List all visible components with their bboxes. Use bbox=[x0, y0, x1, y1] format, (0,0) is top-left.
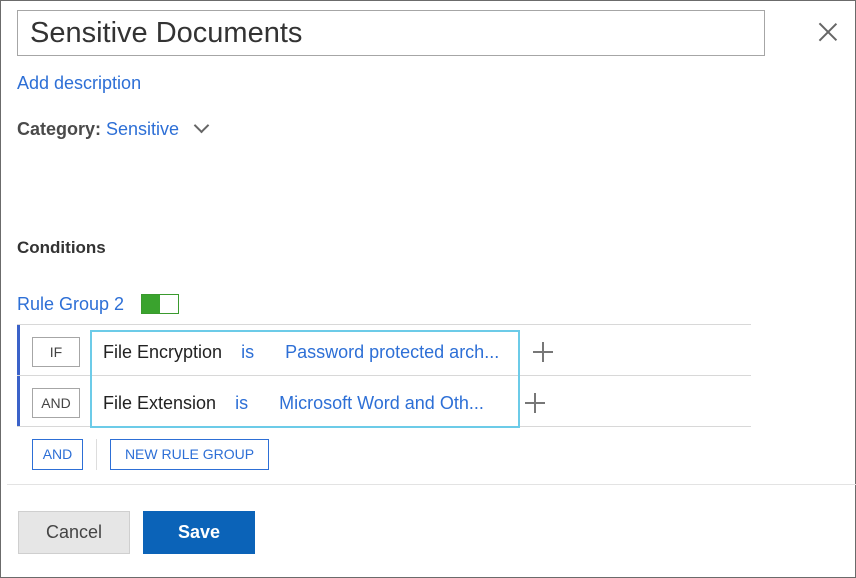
close-icon[interactable] bbox=[813, 17, 843, 47]
save-button[interactable]: Save bbox=[143, 511, 255, 554]
policy-dialog: Sensitive Documents Add description Cate… bbox=[0, 0, 856, 578]
conditions-heading: Conditions bbox=[17, 238, 106, 257]
category-label: Category: bbox=[17, 119, 102, 139]
condition-operator-if[interactable]: IF bbox=[32, 337, 80, 367]
toggle-on-indicator bbox=[142, 295, 160, 313]
cancel-button[interactable]: Cancel bbox=[18, 511, 130, 554]
condition-row[interactable]: File Encryption is Password protected ar… bbox=[103, 342, 499, 363]
footer-divider bbox=[7, 484, 856, 485]
chevron-down-icon[interactable] bbox=[193, 117, 210, 134]
condition-field[interactable]: File Encryption bbox=[103, 342, 222, 362]
condition-field[interactable]: File Extension bbox=[103, 393, 216, 413]
divider bbox=[17, 324, 751, 325]
condition-operator-and[interactable]: AND bbox=[32, 388, 80, 418]
condition-value[interactable]: Password protected arch... bbox=[285, 342, 499, 362]
condition-row[interactable]: File Extension is Microsoft Word and Oth… bbox=[103, 393, 484, 414]
condition-comparator[interactable]: is bbox=[241, 342, 254, 362]
add-condition-plus-icon[interactable] bbox=[533, 342, 553, 362]
rule-group-body: IF AND File Encryption is Password prote… bbox=[17, 324, 751, 428]
condition-value[interactable]: Microsoft Word and Oth... bbox=[279, 393, 484, 413]
condition-comparator[interactable]: is bbox=[235, 393, 248, 413]
add-condition-plus-icon[interactable] bbox=[525, 393, 545, 413]
rule-group-title[interactable]: Rule Group 2 bbox=[17, 294, 124, 315]
add-and-button[interactable]: AND bbox=[32, 439, 83, 470]
title-input[interactable]: Sensitive Documents bbox=[17, 10, 765, 56]
add-description-link[interactable]: Add description bbox=[17, 73, 141, 94]
new-rule-group-button[interactable]: NEW RULE GROUP bbox=[110, 439, 269, 470]
category-selector[interactable]: Category: Sensitive bbox=[17, 117, 210, 140]
separator bbox=[96, 439, 97, 470]
rule-group-toggle[interactable] bbox=[141, 294, 179, 314]
category-value[interactable]: Sensitive bbox=[106, 119, 179, 139]
